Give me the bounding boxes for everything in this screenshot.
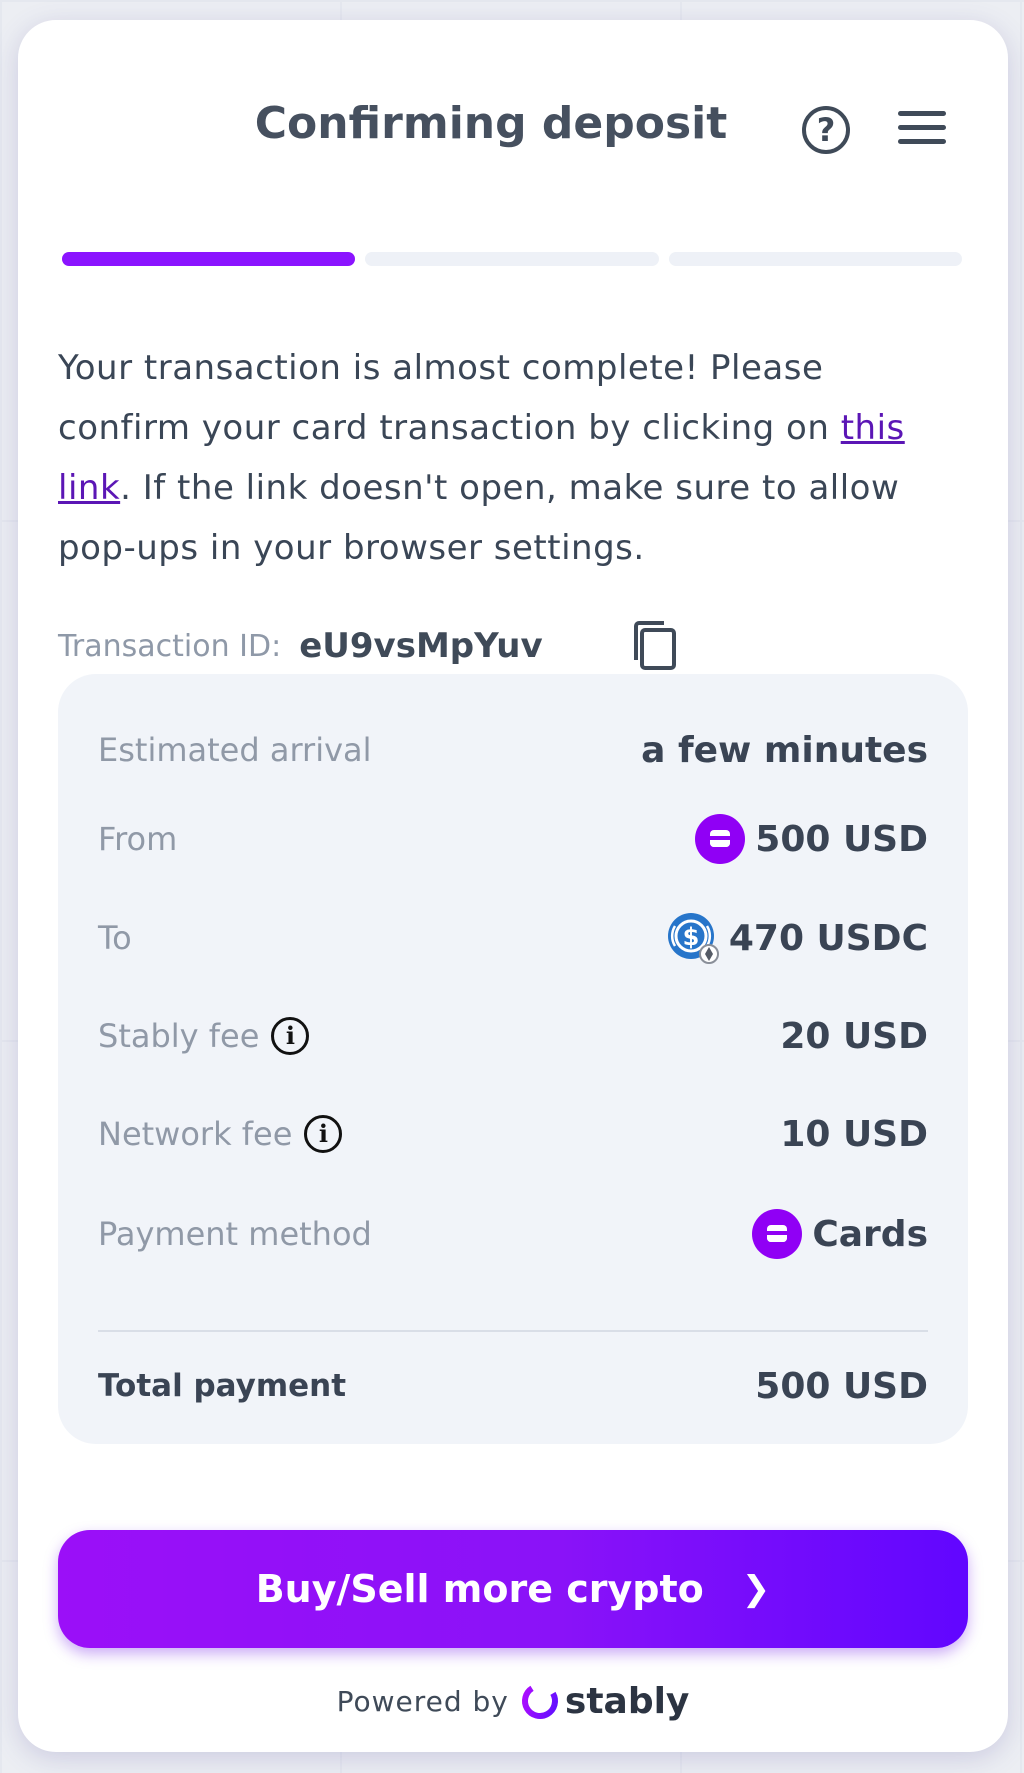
progress-bar — [62, 252, 962, 268]
widget-card: Confirming deposit ? Your transaction is… — [18, 20, 1008, 1752]
payment-method-value: Cards — [812, 1213, 928, 1255]
transaction-id-row: Transaction ID: eU9vsMpYuv — [58, 616, 676, 676]
page-title: Confirming deposit — [254, 98, 728, 149]
estimated-arrival-label: Estimated arrival — [98, 731, 372, 769]
divider — [98, 1330, 928, 1332]
powered-by-footer: Powered by stably — [18, 1680, 1008, 1722]
total-value: 500 USD — [755, 1365, 928, 1407]
card-icon — [752, 1209, 803, 1259]
svg-text:$: $ — [682, 923, 699, 951]
total-row: Total payment 500 USD — [98, 1356, 928, 1416]
stably-brand-name: stably — [564, 1680, 690, 1722]
chevron-right-icon: ❯ — [741, 1569, 771, 1609]
copy-icon[interactable] — [628, 616, 686, 674]
progress-step-2 — [365, 252, 659, 266]
network-fee-label: Network fee — [98, 1115, 293, 1153]
help-icon[interactable]: ? — [802, 106, 850, 154]
header: Confirming deposit ? — [18, 84, 1008, 174]
total-label: Total payment — [98, 1368, 347, 1404]
stably-logo-icon — [521, 1683, 558, 1719]
card-icon — [695, 814, 746, 864]
progress-step-1 — [62, 252, 356, 266]
stably-fee-row: Stably fee i 20 USD — [98, 1006, 928, 1066]
buy-sell-button[interactable]: Buy/Sell more crypto ❯ — [58, 1530, 968, 1648]
network-fee-info-icon[interactable]: i — [304, 1115, 343, 1153]
payment-method-value-group: Cards — [752, 1209, 928, 1259]
instruction-part-2: . If the link doesn't open, make sure to… — [58, 468, 900, 568]
transaction-id-label: Transaction ID: — [58, 628, 282, 664]
stably-fee-info-icon[interactable]: i — [271, 1017, 310, 1055]
stably-logo: stably — [519, 1680, 690, 1722]
estimated-arrival-row: Estimated arrival a few minutes — [98, 720, 928, 780]
to-row: To $ 470 USDC — [98, 908, 928, 968]
instruction-text: Your transaction is almost complete! Ple… — [58, 338, 958, 578]
network-fee-value: 10 USD — [780, 1113, 928, 1155]
payment-method-label: Payment method — [98, 1215, 372, 1253]
from-label: From — [98, 820, 178, 858]
stably-fee-label: Stably fee — [98, 1017, 260, 1055]
transaction-id-value: eU9vsMpYuv — [299, 626, 543, 666]
to-label: To — [98, 919, 132, 957]
to-value: 470 USDC — [728, 917, 928, 959]
from-value-group: 500 USD — [695, 814, 928, 864]
details-panel: Estimated arrival a few minutes From 500… — [58, 674, 968, 1444]
powered-by-text: Powered by — [336, 1684, 509, 1718]
buy-sell-button-label: Buy/Sell more crypto — [255, 1567, 704, 1611]
payment-method-row: Payment method Cards — [98, 1204, 928, 1264]
menu-icon[interactable] — [898, 111, 946, 149]
stably-fee-value: 20 USD — [780, 1015, 928, 1057]
instruction-part-1: Your transaction is almost complete! Ple… — [58, 348, 841, 448]
to-value-group: $ 470 USDC — [667, 912, 928, 964]
from-value: 500 USD — [755, 818, 928, 860]
from-row: From 500 USD — [98, 809, 928, 869]
usdc-icon: $ — [667, 913, 719, 964]
progress-step-3 — [668, 252, 962, 266]
network-fee-label-group: Network fee i — [98, 1115, 343, 1153]
network-fee-row: Network fee i 10 USD — [98, 1104, 928, 1164]
stably-fee-label-group: Stably fee i — [98, 1017, 310, 1055]
estimated-arrival-value: a few minutes — [641, 729, 928, 771]
